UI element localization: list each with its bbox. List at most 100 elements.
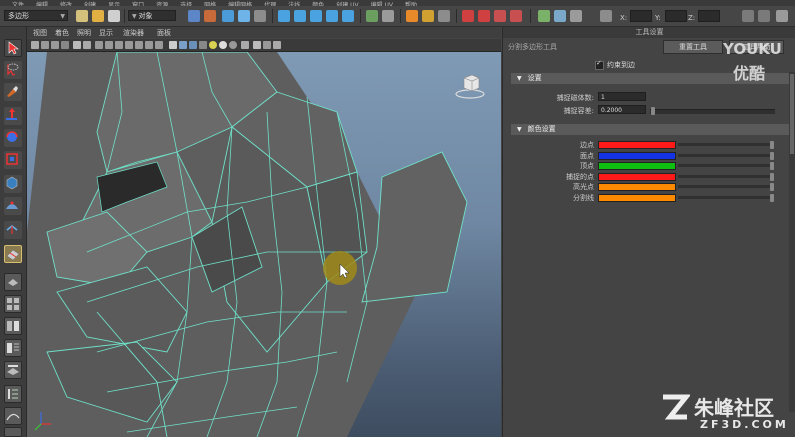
layout-four-icon[interactable] xyxy=(4,295,22,313)
component-mode-icon[interactable] xyxy=(222,10,234,22)
textured-icon[interactable] xyxy=(199,41,207,49)
color-slider[interactable] xyxy=(678,195,772,199)
snap-point-icon[interactable] xyxy=(310,10,322,22)
layout-side-by-side-icon[interactable] xyxy=(4,317,22,335)
viewport-menu-item[interactable]: 照明 xyxy=(77,28,91,38)
color-slider[interactable] xyxy=(678,174,772,178)
select-tool-icon[interactable] xyxy=(4,39,22,57)
all-lights-icon[interactable] xyxy=(219,41,227,49)
color-slider-handle[interactable] xyxy=(770,183,774,191)
color-swatch[interactable] xyxy=(598,172,676,181)
color-swatch[interactable] xyxy=(598,141,676,149)
save-scene-icon[interactable] xyxy=(108,10,120,22)
camera-attributes-icon[interactable] xyxy=(41,41,49,49)
snap-points-field[interactable]: 1 xyxy=(598,92,646,101)
soft-mod-tool-icon[interactable] xyxy=(4,197,22,215)
viewport-menu-item[interactable]: 视图 xyxy=(33,28,47,38)
resolution-gate-icon[interactable] xyxy=(115,41,123,49)
field-chart-icon[interactable] xyxy=(135,41,143,49)
scrollbar-thumb[interactable] xyxy=(790,74,794,154)
gate-mask-icon[interactable] xyxy=(125,41,133,49)
z-coordinate-field[interactable] xyxy=(698,10,720,22)
color-slider[interactable] xyxy=(678,143,772,146)
color-slider-handle[interactable] xyxy=(770,141,774,149)
split-polygon-tool-icon[interactable] xyxy=(4,245,22,263)
snap-curve-icon[interactable] xyxy=(294,10,306,22)
hypershade-icon[interactable] xyxy=(4,427,22,437)
perspective-viewport[interactable] xyxy=(27,52,501,437)
show-manipulator-icon[interactable] xyxy=(4,221,22,239)
render-frame-icon[interactable] xyxy=(406,10,418,22)
snap-to-edge-checkbox[interactable]: 约束到边 xyxy=(595,59,635,70)
snap-view-plane-icon[interactable] xyxy=(326,10,338,22)
color-swatch[interactable] xyxy=(598,183,676,191)
layout-single-icon[interactable] xyxy=(4,273,22,291)
vertex-mask-icon[interactable] xyxy=(238,10,250,22)
color-slider[interactable] xyxy=(678,153,772,157)
render-settings-icon[interactable] xyxy=(438,10,450,22)
bookmarks-icon[interactable] xyxy=(51,41,59,49)
tool-settings-icon[interactable] xyxy=(776,10,788,22)
move-tool-icon[interactable] xyxy=(4,107,22,125)
reset-tool-button[interactable]: 重置工具 xyxy=(663,40,723,54)
history-icon[interactable] xyxy=(366,10,378,22)
shadows-icon[interactable] xyxy=(229,41,237,49)
tolerance-slider-handle[interactable] xyxy=(651,107,655,115)
view-cube-icon[interactable] xyxy=(454,72,486,100)
new-scene-icon[interactable] xyxy=(76,10,88,22)
lock-selection-icon[interactable] xyxy=(494,10,506,22)
transform-mode-icon[interactable] xyxy=(600,10,612,22)
input-ops-icon[interactable] xyxy=(462,10,474,22)
outliner-icon[interactable] xyxy=(4,385,22,403)
layout-persp-graph-icon[interactable] xyxy=(4,339,22,357)
x-coordinate-field[interactable] xyxy=(630,10,652,22)
layer-editor-icon[interactable] xyxy=(570,10,582,22)
default-light-icon[interactable] xyxy=(209,41,217,49)
grid-icon[interactable] xyxy=(95,41,103,49)
camera-select-icon[interactable] xyxy=(31,41,39,49)
lasso-tool-icon[interactable] xyxy=(4,61,22,79)
image-plane-icon[interactable] xyxy=(61,41,69,49)
isolate-select-icon[interactable] xyxy=(253,41,261,49)
output-ops-icon[interactable] xyxy=(478,10,490,22)
color-slider[interactable] xyxy=(678,164,772,167)
selection-mode-dropdown[interactable]: ▼ 对象 xyxy=(128,10,176,21)
smooth-shade-icon[interactable] xyxy=(179,41,187,49)
highlight-selection-icon[interactable] xyxy=(510,10,522,22)
viewport-menu-item[interactable]: 渲染器 xyxy=(123,28,144,38)
layout-persp-outliner-icon[interactable] xyxy=(4,361,22,379)
construction-history-icon[interactable] xyxy=(382,10,394,22)
hierarchy-select-icon[interactable] xyxy=(188,10,200,22)
color-slider-handle[interactable] xyxy=(770,172,774,181)
film-gate-icon[interactable] xyxy=(105,41,113,49)
two-d-pan-icon[interactable] xyxy=(73,41,81,49)
channel-box-icon[interactable] xyxy=(554,10,566,22)
show-hide-icon[interactable] xyxy=(538,10,550,22)
graph-editor-icon[interactable] xyxy=(4,407,22,425)
viewport-menu-item[interactable]: 显示 xyxy=(99,28,113,38)
safe-action-icon[interactable] xyxy=(145,41,153,49)
backface-culling-icon[interactable] xyxy=(273,41,281,49)
color-swatch[interactable] xyxy=(598,162,676,170)
scale-tool-icon[interactable] xyxy=(4,151,22,169)
tolerance-field[interactable]: 0.2000 xyxy=(598,105,646,114)
mode-selector[interactable]: 多边形 ▼ xyxy=(4,10,68,21)
viewport-menu-item[interactable]: 面板 xyxy=(157,28,171,38)
attribute-editor-icon[interactable] xyxy=(758,10,770,22)
modeling-toolkit-icon[interactable] xyxy=(742,10,754,22)
color-slider[interactable] xyxy=(678,185,772,188)
rotate-tool-icon[interactable] xyxy=(4,129,22,147)
color-slider-handle[interactable] xyxy=(770,162,774,170)
color-slider-handle[interactable] xyxy=(770,193,774,202)
color-swatch[interactable] xyxy=(598,193,676,202)
object-select-icon[interactable] xyxy=(204,10,216,22)
xray-icon[interactable] xyxy=(241,41,249,49)
manipulator-tool-icon[interactable] xyxy=(4,175,22,193)
panel-scrollbar[interactable] xyxy=(789,72,795,412)
paint-select-tool-icon[interactable] xyxy=(4,83,22,101)
ipr-render-icon[interactable] xyxy=(422,10,434,22)
safe-title-icon[interactable] xyxy=(155,41,163,49)
color-slider-handle[interactable] xyxy=(770,151,774,160)
snap-grid-icon[interactable] xyxy=(278,10,290,22)
wireframe-icon[interactable] xyxy=(169,41,177,49)
